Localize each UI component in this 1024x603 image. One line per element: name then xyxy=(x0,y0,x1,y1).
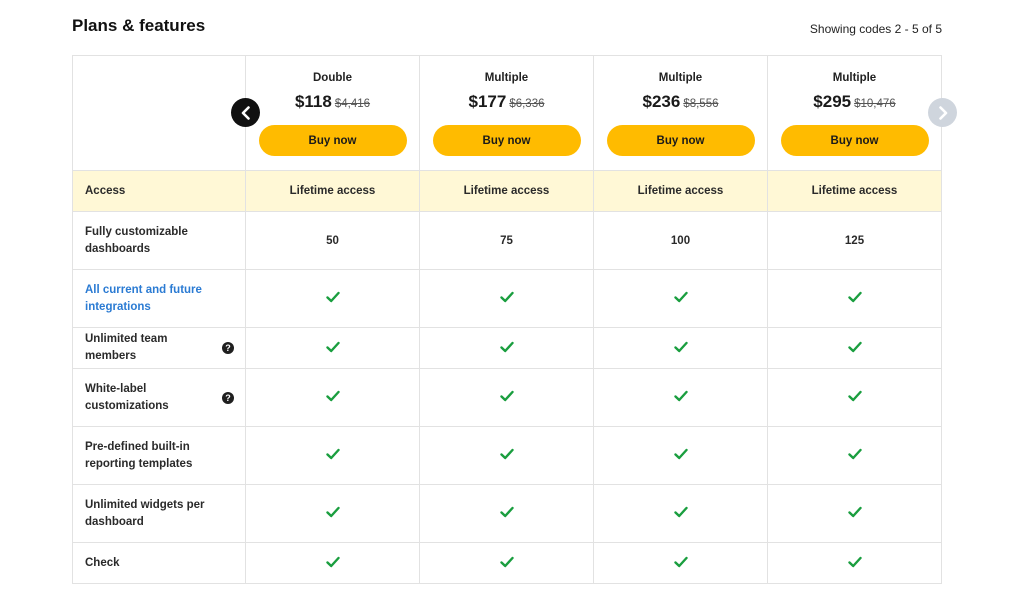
feature-row: Pre-defined built-in reporting templates xyxy=(72,426,942,485)
check-icon xyxy=(245,426,420,485)
feature-value: 100 xyxy=(593,211,768,270)
feature-label: Pre-defined built-in reporting templates xyxy=(72,426,246,485)
feature-row: Fully customizable dashboards 50 75 100 125 xyxy=(72,211,942,270)
plan-price: $177 xyxy=(468,92,507,111)
check-icon xyxy=(767,269,942,328)
access-value: Lifetime access xyxy=(593,170,768,212)
feature-label: Unlimited widgets per dashboard xyxy=(72,484,246,543)
page-title: Plans & features xyxy=(72,16,206,35)
feature-row: Unlimited widgets per dashboard xyxy=(72,484,942,543)
feature-label: Access xyxy=(72,170,246,212)
question-circle-icon[interactable]: ? xyxy=(222,342,234,354)
plan-price: $118 xyxy=(294,92,332,111)
access-value: Lifetime access xyxy=(245,170,420,212)
empty-corner-cell xyxy=(72,55,246,171)
chevron-left-icon[interactable] xyxy=(231,98,260,127)
check-icon xyxy=(593,426,768,485)
check-icon xyxy=(419,426,594,485)
check-icon xyxy=(593,542,768,584)
feature-label: Fully customizable dashboards xyxy=(72,211,246,270)
plan-card: Multiple $295 $10,476 Buy now xyxy=(767,55,942,171)
check-icon xyxy=(767,368,942,427)
access-row: Access Lifetime access Lifetime access L… xyxy=(72,170,942,212)
check-icon xyxy=(593,484,768,543)
plan-name: Multiple xyxy=(832,72,877,84)
plan-old-price: $6,336 xyxy=(509,98,545,110)
feature-label: Check xyxy=(72,542,246,584)
question-circle-icon[interactable]: ? xyxy=(222,391,234,404)
check-icon xyxy=(245,368,420,427)
feature-value: 50 xyxy=(245,211,420,270)
check-icon xyxy=(419,484,594,543)
check-icon xyxy=(245,269,420,328)
feature-row: Unlimited team members? xyxy=(72,327,942,369)
check-icon xyxy=(767,426,942,485)
chevron-right-icon[interactable] xyxy=(928,98,957,127)
plan-price: $236 xyxy=(642,92,681,111)
buy-now-button[interactable]: Buy now xyxy=(432,125,581,156)
feature-label: White-label customizations? xyxy=(72,368,246,427)
access-value: Lifetime access xyxy=(419,170,594,212)
feature-value: 75 xyxy=(419,211,594,270)
check-icon xyxy=(593,368,768,427)
plan-old-price: $4,416 xyxy=(334,98,371,110)
plan-card: Multiple $177 $6,336 Buy now xyxy=(419,55,594,171)
check-icon xyxy=(767,327,942,369)
feature-value: 125 xyxy=(767,211,942,270)
access-value: Lifetime access xyxy=(767,170,942,212)
check-icon xyxy=(593,269,768,328)
feature-label: Unlimited team members? xyxy=(72,327,246,369)
check-icon xyxy=(245,542,420,584)
plans-page: Plans & features Showing codes 2 - 5 of … xyxy=(0,0,1024,603)
check-icon xyxy=(767,542,942,584)
plan-price: $295 xyxy=(813,92,852,111)
showing-count: Showing codes 2 - 5 of 5 xyxy=(809,22,942,36)
plans-table: Double $118 $4,416 Buy now Multiple $177 $… xyxy=(72,55,942,584)
buy-now-button[interactable]: Buy now xyxy=(780,125,929,156)
plan-header-row: Double $118 $4,416 Buy now Multiple $177 $… xyxy=(72,55,942,171)
plan-old-price: $8,556 xyxy=(683,98,719,110)
check-icon xyxy=(767,484,942,543)
check-icon xyxy=(419,327,594,369)
buy-now-button[interactable]: Buy now xyxy=(606,125,755,156)
check-icon xyxy=(245,327,420,369)
plan-name: Double xyxy=(313,72,352,84)
check-icon xyxy=(419,368,594,427)
plan-name: Multiple xyxy=(484,72,529,84)
check-icon xyxy=(593,327,768,369)
check-icon xyxy=(419,542,594,584)
plan-card: Multiple $236 $8,556 Buy now xyxy=(593,55,768,171)
plan-old-price: $10,476 xyxy=(854,98,896,110)
plan-name: Multiple xyxy=(658,72,703,84)
feature-row: White-label customizations? xyxy=(72,368,942,427)
buy-now-button[interactable]: Buy now xyxy=(258,125,407,156)
check-icon xyxy=(419,269,594,328)
feature-link[interactable]: All current and future integrations xyxy=(72,269,246,328)
check-icon xyxy=(245,484,420,543)
plan-card: Double $118 $4,416 Buy now xyxy=(245,55,420,171)
feature-row: Check xyxy=(72,542,942,584)
feature-row: All current and future integrations xyxy=(72,269,942,328)
